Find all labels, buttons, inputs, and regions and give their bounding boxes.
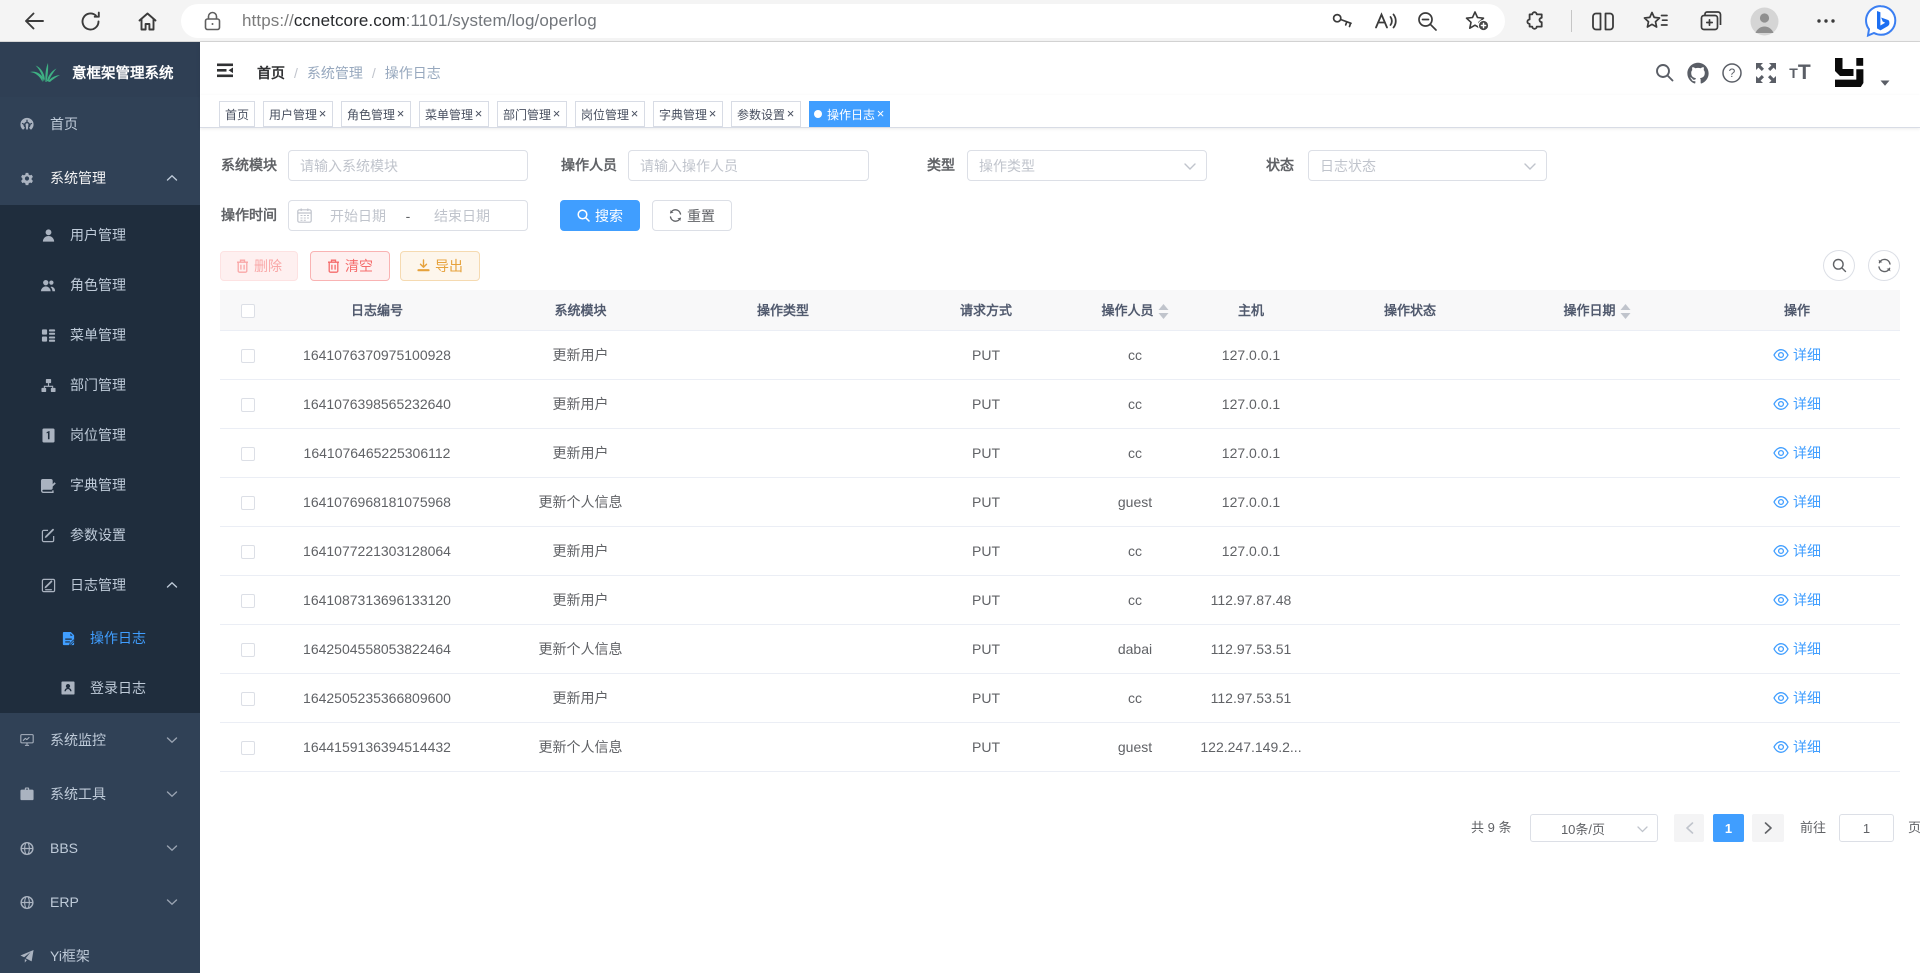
svg-text:?: ? [1729,66,1736,80]
